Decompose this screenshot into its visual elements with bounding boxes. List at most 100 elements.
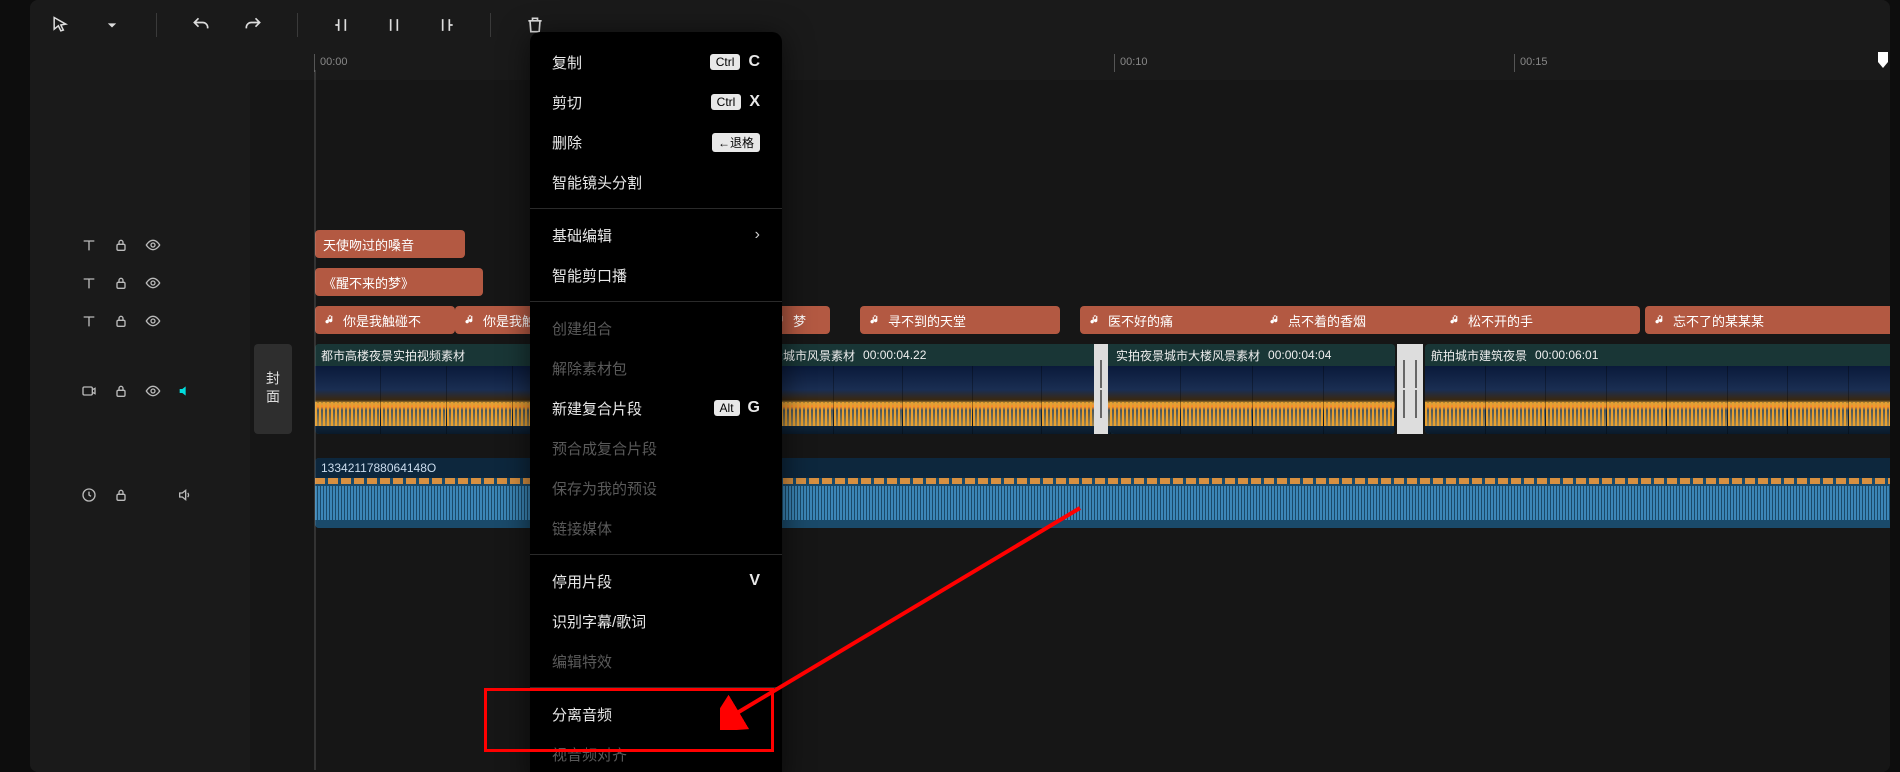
mute-icon[interactable]: [176, 382, 194, 400]
menu-item-停用片段[interactable]: 停用片段V: [530, 561, 782, 601]
music-note-icon: [1653, 313, 1667, 327]
kbd-badge: ←退格: [712, 133, 760, 152]
clip-label: 你是我触碰不: [343, 311, 421, 330]
lock-icon[interactable]: [112, 274, 130, 292]
video-clip-duration: 00:00:04.22: [863, 348, 926, 362]
video-clip-duration: 00:00:06:01: [1535, 348, 1598, 362]
menu-divider: [530, 687, 782, 688]
menu-item-编辑特效: 编辑特效: [530, 641, 782, 681]
timeline-ruler[interactable]: 00:00 00:10 00:15: [250, 50, 1890, 80]
subtitle-clip[interactable]: 寻不到的天堂: [860, 306, 1060, 334]
undo-button[interactable]: [189, 13, 213, 37]
lock-icon[interactable]: [112, 236, 130, 254]
menu-item-label: 解除素材包: [552, 358, 627, 379]
audio-track-controls: [30, 460, 250, 530]
video-clip-title: 实拍夜景城市大楼风景素材: [1116, 347, 1260, 364]
menu-item-智能剪口播[interactable]: 智能剪口播: [530, 255, 782, 295]
music-note-icon: [1448, 313, 1462, 327]
ruler-tick: 00:00: [320, 56, 348, 68]
menu-item-label: 智能镜头分割: [552, 172, 642, 193]
context-menu: 复制CtrlC 剪切 Ctrl X 删除 ←退格智能镜头分割基础编辑›智能剪口播创建组合解…: [530, 32, 782, 772]
menu-item-剪切[interactable]: 剪切 Ctrl X: [530, 82, 782, 122]
kbd-key: C: [748, 53, 760, 71]
menu-item-label: 保存为我的预设: [552, 478, 657, 499]
menu-item-删除[interactable]: 删除 ←退格: [530, 122, 782, 162]
clip-label: 医不好的痛: [1108, 311, 1173, 330]
menu-item-复制[interactable]: 复制CtrlC: [530, 42, 782, 82]
menu-item-智能镜头分割[interactable]: 智能镜头分割: [530, 162, 782, 202]
menu-item-label: 编辑特效: [552, 651, 612, 672]
video-clip[interactable]: 航拍城市建筑夜景 00:00:06:01: [1425, 344, 1890, 434]
visibility-icon[interactable]: [144, 312, 162, 330]
menu-divider: [530, 208, 782, 209]
menu-item-label: 删除: [552, 132, 582, 153]
menu-item-新建复合片段[interactable]: 新建复合片段AltG: [530, 388, 782, 428]
menu-item-分离音频[interactable]: 分离音频: [530, 694, 782, 734]
text-clip[interactable]: 《醒不来的梦》: [315, 268, 483, 296]
speaker-icon[interactable]: [176, 486, 194, 504]
clip-handle[interactable]: [1409, 344, 1423, 434]
split-right-button[interactable]: [434, 13, 458, 37]
subtitle-clip[interactable]: 你是我触碰不: [315, 306, 455, 334]
clips-area[interactable]: 天使吻过的嗓音 《醒不来的梦》 你是我触碰不你是我触碰梦寻不到的天堂医不好的痛点…: [250, 80, 1890, 772]
subtitle-clip[interactable]: 忘不了的某某某: [1645, 306, 1890, 334]
tracks-area: 天使吻过的嗓音 《醒不来的梦》 你是我触碰不你是我触碰梦寻不到的天堂医不好的痛点…: [30, 80, 1890, 772]
cover-label: 封面: [263, 371, 283, 407]
cover-button[interactable]: 封面: [254, 344, 292, 434]
video-lane: 封面 都市高楼夜景实拍视频素材景城市风景素材00:00:04.22实拍夜景城市大…: [250, 344, 1890, 434]
menu-item-label: 剪切: [552, 92, 582, 113]
clip-label: 《醒不来的梦》: [323, 273, 414, 292]
lock-icon[interactable]: [112, 382, 130, 400]
kbd-badge: Ctrl: [711, 94, 742, 110]
subtitle-track-controls: [30, 302, 250, 340]
subtitle-clip[interactable]: 医不好的痛: [1080, 306, 1280, 334]
tool-dropdown-icon[interactable]: [100, 13, 124, 37]
text-track-controls: [30, 226, 250, 264]
lock-icon[interactable]: [112, 312, 130, 330]
text-icon: [80, 312, 98, 330]
text-clip[interactable]: 天使吻过的嗓音: [315, 230, 465, 258]
ruler-tick: 00:15: [1520, 56, 1548, 68]
visibility-icon[interactable]: [144, 274, 162, 292]
menu-item-label: 预合成复合片段: [552, 438, 657, 459]
split-button[interactable]: [382, 13, 406, 37]
split-left-button[interactable]: [330, 13, 354, 37]
menu-item-识别字幕/歌词[interactable]: 识别字幕/歌词: [530, 601, 782, 641]
track-controls-column: [30, 80, 250, 772]
video-clip[interactable]: 实拍夜景城市大楼风景素材00:00:04:04: [1110, 344, 1395, 434]
pointer-tool[interactable]: [48, 13, 72, 37]
music-note-icon: [1268, 313, 1282, 327]
ruler-marker: [314, 70, 316, 770]
menu-item-解除素材包: 解除素材包: [530, 348, 782, 388]
menu-item-链接媒体: 链接媒体: [530, 508, 782, 548]
menu-item-预合成复合片段: 预合成复合片段: [530, 428, 782, 468]
menu-item-label: 分离音频: [552, 704, 612, 725]
subtitle-lane: 你是我触碰不你是我触碰梦寻不到的天堂医不好的痛点不着的香烟松不开的手忘不了的某某…: [250, 306, 1890, 334]
menu-item-视音频对齐: 视音频对齐: [530, 734, 782, 772]
menu-item-label: 停用片段: [552, 571, 612, 592]
clip-label: 寻不到的天堂: [888, 311, 966, 330]
video-clip-title: 航拍城市建筑夜景: [1431, 347, 1527, 364]
video-editor-timeline: 00:00 00:10 00:15: [30, 0, 1890, 772]
menu-item-基础编辑[interactable]: 基础编辑›: [530, 215, 782, 255]
visibility-icon[interactable]: [144, 236, 162, 254]
kbd-key: X: [749, 93, 760, 111]
clip-handle[interactable]: [1094, 344, 1108, 434]
menu-item-label: 识别字幕/歌词: [552, 611, 646, 632]
video-icon: [80, 382, 98, 400]
video-clip-title: 都市高楼夜景实拍视频素材: [321, 347, 465, 364]
menu-item-label: 链接媒体: [552, 518, 612, 539]
redo-button[interactable]: [241, 13, 265, 37]
visibility-icon[interactable]: [144, 382, 162, 400]
lock-icon[interactable]: [112, 486, 130, 504]
subtitle-clip[interactable]: 松不开的手: [1440, 306, 1640, 334]
clip-label: 梦: [793, 311, 806, 330]
menu-item-label: 创建组合: [552, 318, 612, 339]
text-lane: 《醒不来的梦》: [250, 268, 1890, 296]
text-icon: [80, 274, 98, 292]
text-lane: 天使吻过的嗓音: [250, 230, 1890, 258]
subtitle-clip[interactable]: 点不着的香烟: [1260, 306, 1460, 334]
playhead-icon[interactable]: [1876, 50, 1890, 70]
menu-item-保存为我的预设: 保存为我的预设: [530, 468, 782, 508]
audio-lane: 1334211788064148O: [250, 458, 1890, 528]
